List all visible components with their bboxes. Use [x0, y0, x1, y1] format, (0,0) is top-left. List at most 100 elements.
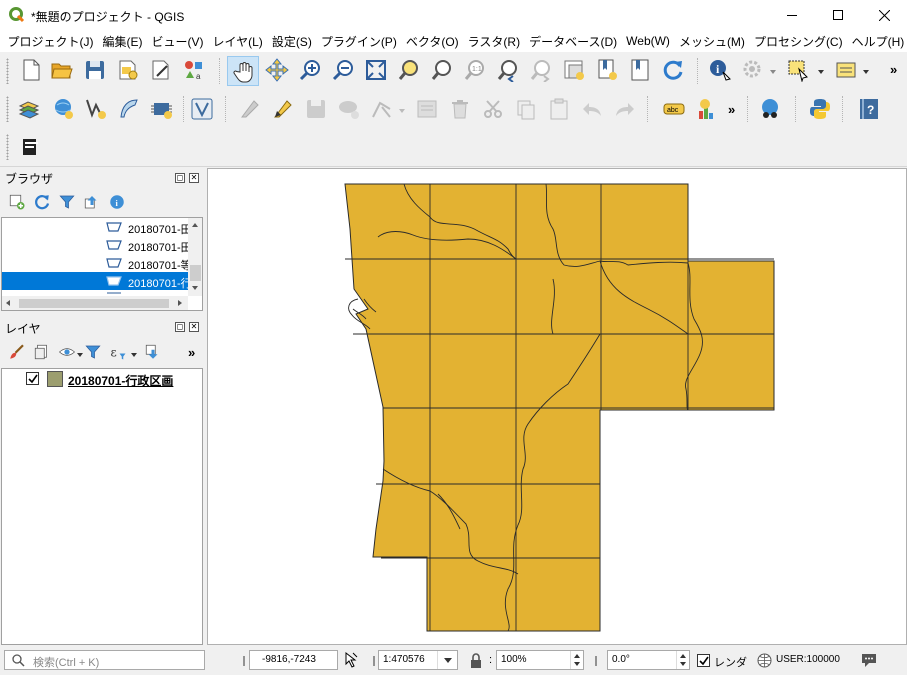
save-project-icon[interactable]: [83, 58, 107, 82]
run-feature-action-icon[interactable]: [741, 58, 765, 82]
modify-attributes-icon[interactable]: [415, 97, 439, 121]
zoom-last-icon[interactable]: [496, 58, 520, 82]
toggle-editing-icon[interactable]: [271, 97, 295, 121]
layout-manager-icon[interactable]: [149, 58, 173, 82]
collapse-all-icon[interactable]: [83, 193, 101, 211]
plugin-tool-icon[interactable]: [19, 136, 43, 160]
save-layer-edits-icon[interactable]: [304, 97, 328, 121]
crs-label[interactable]: USER:100000: [776, 654, 840, 665]
menu-raster[interactable]: ラスタ(R): [463, 33, 524, 50]
browser-horizontal-scrollbar[interactable]: [2, 296, 188, 310]
properties-info-icon[interactable]: i: [108, 193, 126, 211]
add-selected-layers-icon[interactable]: [8, 193, 26, 211]
rotation-spin-buttons[interactable]: [676, 651, 689, 669]
virtual-layer-icon[interactable]: [190, 97, 214, 121]
refresh-icon[interactable]: [661, 58, 685, 82]
toolbar-handle[interactable]: [6, 134, 9, 160]
toolbar-overflow-button[interactable]: »: [890, 62, 897, 77]
menu-edit[interactable]: 編集(E): [98, 33, 147, 50]
toolbar-handle[interactable]: [6, 96, 9, 122]
scrollbar-thumb[interactable]: [190, 265, 201, 281]
select-features-icon[interactable]: [786, 58, 810, 82]
dropdown-arrow-icon[interactable]: [77, 353, 83, 357]
menu-view[interactable]: ビュー(V): [147, 33, 208, 50]
close-panel-icon[interactable]: ✕: [189, 322, 199, 332]
zoom-native-icon[interactable]: 1:1: [463, 58, 487, 82]
close-button[interactable]: [861, 0, 907, 30]
menu-processing[interactable]: プロセシング(C): [749, 33, 847, 50]
refresh-icon[interactable]: [33, 193, 51, 211]
manage-visibility-eye-icon[interactable]: [58, 343, 76, 361]
expand-all-icon[interactable]: [144, 343, 162, 361]
copy-features-icon[interactable]: [514, 97, 538, 121]
open-project-icon[interactable]: [50, 58, 74, 82]
close-panel-icon[interactable]: ✕: [189, 173, 199, 183]
add-group-icon[interactable]: [33, 343, 51, 361]
digitize-feather-icon[interactable]: [117, 97, 141, 121]
new-shapefile-layer-icon[interactable]: [84, 97, 108, 121]
menu-web[interactable]: Web(W): [622, 34, 675, 48]
magnifier-spin-buttons[interactable]: [570, 651, 583, 669]
scroll-left-icon[interactable]: [6, 300, 10, 306]
browser-item[interactable]: 20180701-等: [2, 254, 192, 272]
filter-legend-icon[interactable]: [84, 343, 102, 361]
new-temporary-layer-icon[interactable]: [150, 97, 174, 121]
scroll-right-icon[interactable]: [178, 300, 182, 306]
messages-icon[interactable]: [860, 652, 878, 668]
map-canvas[interactable]: [207, 168, 907, 645]
vertex-tool-icon[interactable]: [370, 97, 394, 121]
select-by-value-icon[interactable]: [834, 58, 858, 82]
magnifier-spinbox[interactable]: 100%: [496, 650, 584, 670]
zoom-in-icon[interactable]: [298, 58, 322, 82]
redo-icon[interactable]: [613, 97, 637, 121]
zoom-full-icon[interactable]: [364, 58, 388, 82]
coordinate-field[interactable]: -9816,-7243: [249, 650, 338, 670]
extent-toggle-mouse-icon[interactable]: [341, 651, 359, 669]
zoom-to-layer-icon[interactable]: [430, 58, 454, 82]
menu-mesh[interactable]: メッシュ(M): [674, 33, 749, 50]
locator-search-field[interactable]: 検索(Ctrl + K): [4, 650, 205, 670]
menu-layer[interactable]: レイヤ(L): [208, 33, 267, 50]
dropdown-arrow-icon[interactable]: [818, 70, 824, 74]
lock-scale-icon[interactable]: [469, 653, 483, 669]
new-project-icon[interactable]: [19, 58, 43, 82]
zoom-next-icon[interactable]: [529, 58, 553, 82]
menu-project[interactable]: プロジェクト(J): [3, 33, 98, 50]
python-console-icon[interactable]: [808, 97, 832, 121]
browser-item[interactable]: 20180701-田: [2, 218, 192, 236]
filter-by-expression-icon[interactable]: ε: [109, 343, 127, 361]
menu-settings[interactable]: 設定(S): [267, 33, 316, 50]
pan-to-selection-icon[interactable]: [265, 58, 289, 82]
dropdown-arrow-icon[interactable]: [770, 70, 776, 74]
dropdown-arrow-icon[interactable]: [131, 353, 137, 357]
toolbar-overflow-button[interactable]: »: [188, 345, 195, 360]
scroll-up-icon[interactable]: [192, 223, 198, 227]
scroll-down-icon[interactable]: [192, 286, 198, 290]
data-source-manager-icon[interactable]: [18, 97, 42, 121]
show-bookmarks-icon[interactable]: [628, 58, 652, 82]
cut-features-icon[interactable]: [481, 97, 505, 121]
crs-globe-icon[interactable]: [757, 653, 772, 668]
float-panel-icon[interactable]: ◻: [175, 322, 185, 332]
style-manager-icon[interactable]: a: [182, 58, 206, 82]
delete-selected-icon[interactable]: [448, 97, 472, 121]
dropdown-arrow-icon[interactable]: [863, 70, 869, 74]
layer-symbol-swatch[interactable]: [47, 371, 63, 387]
layer-visibility-checkbox[interactable]: [26, 372, 39, 385]
scale-combobox[interactable]: 1:470576: [378, 650, 458, 670]
toolbar-overflow-button[interactable]: »: [728, 102, 735, 117]
render-checkbox[interactable]: [697, 654, 710, 667]
current-edits-icon[interactable]: [238, 97, 262, 121]
menu-help[interactable]: ヘルプ(H): [847, 33, 907, 50]
maximize-button[interactable]: [815, 0, 861, 30]
rotation-spinbox[interactable]: 0.0°: [607, 650, 690, 670]
new-bookmark-icon[interactable]: [595, 58, 619, 82]
minimize-button[interactable]: [769, 0, 815, 30]
zoom-out-icon[interactable]: [331, 58, 355, 82]
help-contents-icon[interactable]: ?: [857, 97, 881, 121]
new-map-view-icon[interactable]: [562, 58, 586, 82]
identify-features-icon[interactable]: i: [708, 58, 732, 82]
layer-item[interactable]: 20180701-行政区画: [2, 369, 202, 389]
undo-icon[interactable]: [580, 97, 604, 121]
toolbar-handle[interactable]: [6, 58, 9, 84]
